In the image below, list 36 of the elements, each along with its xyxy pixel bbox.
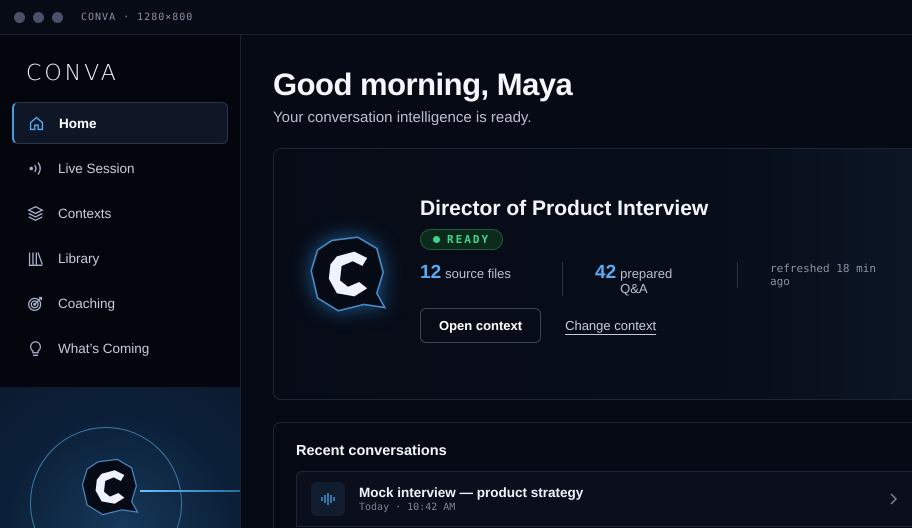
library-icon xyxy=(27,250,44,266)
greeting-title: Good morning, Maya xyxy=(273,67,574,103)
nav-item[interactable]: Live Session xyxy=(12,147,228,189)
stat-value: 12 xyxy=(420,262,442,284)
status-label: READY xyxy=(447,233,490,246)
open-context-button[interactable]: Open context xyxy=(420,308,542,343)
target-icon xyxy=(27,294,44,312)
stat-value: 42 xyxy=(595,262,616,284)
layers-icon xyxy=(27,204,44,222)
lightbulb-icon xyxy=(27,340,44,356)
change-context-link[interactable]: Change context xyxy=(565,318,656,333)
conversation-row[interactable]: Mock interview — product strategy Today · 10:42 AM xyxy=(296,471,912,527)
conversation-title: Mock interview — product strategy xyxy=(359,485,584,500)
nav-item[interactable]: Library xyxy=(12,237,228,279)
home-icon xyxy=(28,114,45,132)
conversation-time: Today · 10:42 AM xyxy=(359,502,456,513)
window-title: CONVA · 1280×800 xyxy=(81,12,194,22)
logo-icon xyxy=(80,457,140,517)
broadcast-icon xyxy=(27,160,44,176)
stat-label: prepared Q&A xyxy=(620,266,674,296)
window-control[interactable] xyxy=(52,12,63,22)
stat-label: source files xyxy=(445,266,512,281)
window-control[interactable] xyxy=(14,12,25,22)
nav-item[interactable]: Contexts xyxy=(12,192,228,234)
window-control[interactable] xyxy=(33,12,44,22)
nav-item[interactable]: Home xyxy=(12,102,228,144)
brand-logo: CONVA xyxy=(25,60,120,88)
greeting-subtitle: Your conversation intelligence is ready. xyxy=(273,109,532,126)
chevron-icon xyxy=(888,492,898,506)
nav-item[interactable]: Coaching xyxy=(12,282,228,324)
section-title: Recent conversations xyxy=(296,443,448,459)
nav-item[interactable]: What’s Coming xyxy=(12,327,228,369)
waveform-icon xyxy=(311,482,345,516)
status-dot-icon xyxy=(433,236,440,243)
context-title: Director of Product Interview xyxy=(420,197,710,221)
refresh-note: refreshed 18 min ago xyxy=(770,262,877,288)
